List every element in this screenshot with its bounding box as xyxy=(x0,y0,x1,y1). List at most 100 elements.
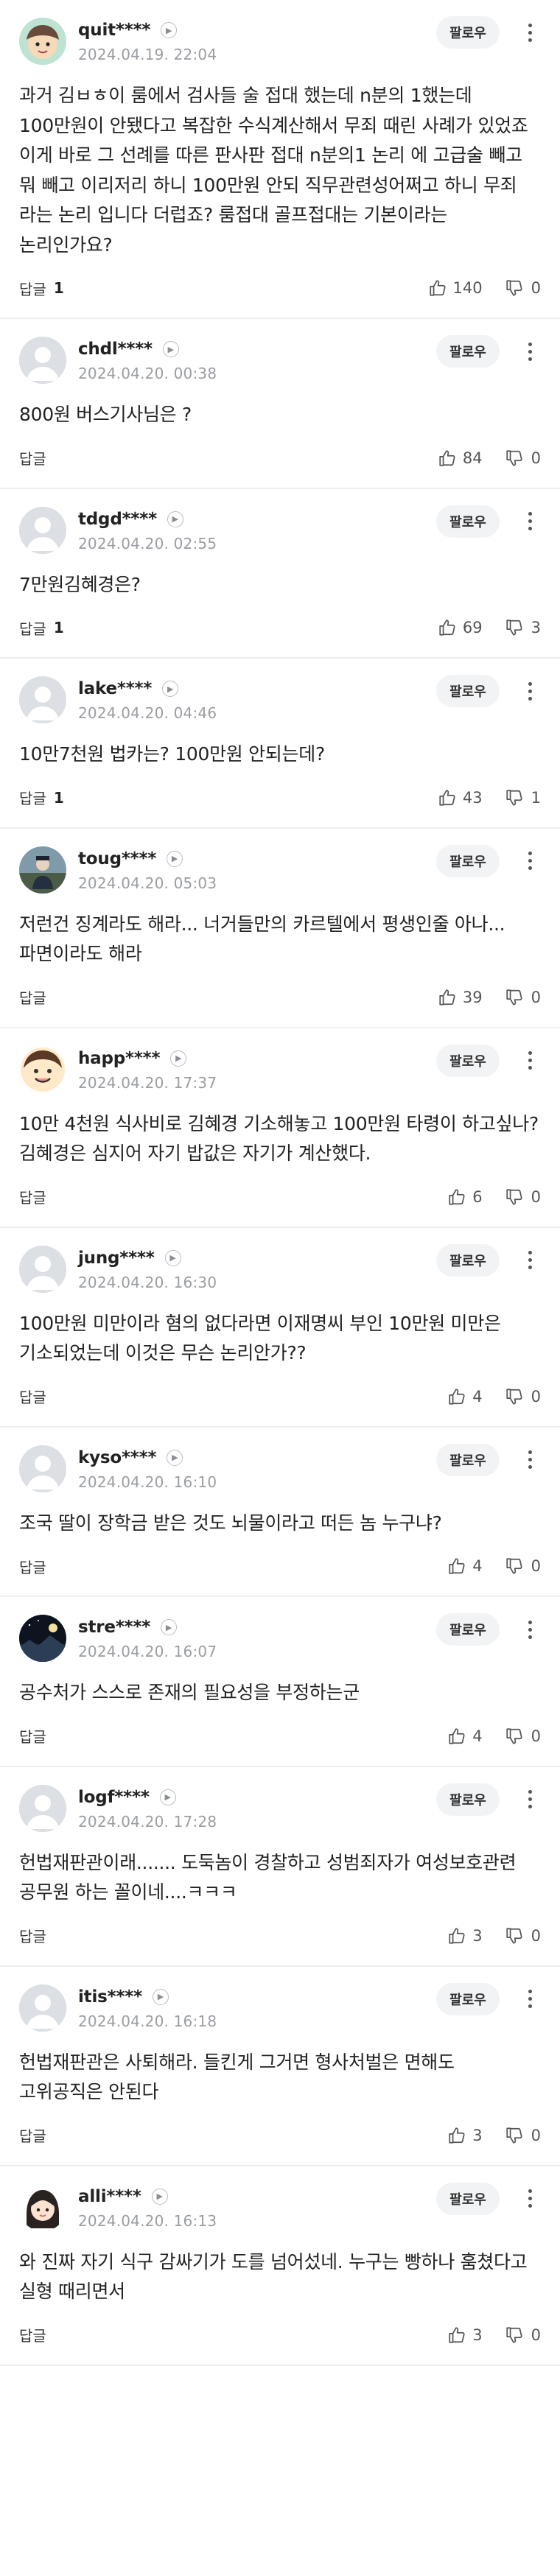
reply-button[interactable]: 답글 xyxy=(19,2124,54,2146)
default-avatar[interactable] xyxy=(19,1245,66,1293)
chevron-right-icon[interactable]: ▶ xyxy=(162,341,179,357)
follow-button[interactable]: 팔로우 xyxy=(436,335,500,368)
follow-button[interactable]: 팔로우 xyxy=(436,1443,500,1476)
default-avatar[interactable] xyxy=(19,1445,66,1492)
dislike-button[interactable]: 0 xyxy=(505,1926,541,1945)
like-button[interactable]: 140 xyxy=(428,278,483,298)
reply-button[interactable]: 답글 xyxy=(19,1186,54,1207)
reply-button[interactable]: 답글 xyxy=(19,2324,54,2345)
like-button[interactable]: 3 xyxy=(447,2126,483,2145)
follow-button[interactable]: 팔로우 xyxy=(436,1783,500,1816)
chevron-right-icon[interactable]: ▶ xyxy=(159,1789,176,1805)
dislike-button[interactable]: 0 xyxy=(505,1727,541,1746)
reply-button[interactable]: 답글 xyxy=(19,1386,54,1407)
default-avatar[interactable] xyxy=(19,676,66,723)
follow-button[interactable]: 팔로우 xyxy=(436,2182,500,2215)
more-options-icon[interactable] xyxy=(519,1782,541,1817)
chevron-right-icon[interactable]: ▶ xyxy=(152,1988,169,2005)
like-button[interactable]: 4 xyxy=(447,1387,483,1406)
username-row[interactable]: stre**** ▶ xyxy=(78,1616,217,1638)
username-row[interactable]: lake**** ▶ xyxy=(78,678,217,700)
more-options-icon[interactable] xyxy=(519,334,541,369)
username-row[interactable]: logf**** ▶ xyxy=(78,1786,217,1808)
dislike-button[interactable]: 0 xyxy=(505,2326,541,2345)
reply-button[interactable]: 답글 xyxy=(19,986,54,1008)
reply-button[interactable]: 답글 xyxy=(19,1725,54,1747)
chevron-right-icon[interactable]: ▶ xyxy=(151,2188,168,2205)
username[interactable]: lake**** xyxy=(78,679,152,698)
follow-button[interactable]: 팔로우 xyxy=(436,1982,500,2015)
more-options-icon[interactable] xyxy=(519,673,541,709)
dislike-button[interactable]: 0 xyxy=(505,278,541,298)
like-button[interactable]: 69 xyxy=(438,618,483,637)
night-photo-avatar[interactable] xyxy=(19,1615,66,1662)
more-options-icon[interactable] xyxy=(519,1243,541,1278)
username[interactable]: happ**** xyxy=(78,1049,161,1068)
username-row[interactable]: tdgd**** ▶ xyxy=(78,508,217,530)
default-avatar[interactable] xyxy=(19,1784,66,1832)
username[interactable]: quit**** xyxy=(78,21,150,40)
reply-button[interactable]: 답글 1 xyxy=(19,278,64,299)
more-options-icon[interactable] xyxy=(519,504,541,539)
username-row[interactable]: toug**** ▶ xyxy=(78,848,217,870)
chevron-right-icon[interactable]: ▶ xyxy=(161,1619,178,1635)
username-row[interactable]: alli**** ▶ xyxy=(78,2186,217,2208)
username-row[interactable]: kyso**** ▶ xyxy=(78,1447,217,1469)
username-row[interactable]: quit**** ▶ xyxy=(78,19,217,41)
username[interactable]: itis**** xyxy=(78,1987,142,2007)
photo-avatar[interactable] xyxy=(19,846,66,894)
username[interactable]: logf**** xyxy=(78,1788,150,1807)
username-row[interactable]: happ**** ▶ xyxy=(78,1047,217,1070)
follow-button[interactable]: 팔로우 xyxy=(436,505,500,538)
more-options-icon[interactable] xyxy=(519,1612,541,1647)
username[interactable]: jung**** xyxy=(78,1249,155,1268)
more-options-icon[interactable] xyxy=(519,843,541,879)
more-options-icon[interactable] xyxy=(519,1442,541,1478)
like-button[interactable]: 4 xyxy=(447,1557,483,1576)
like-button[interactable]: 4 xyxy=(447,1727,483,1746)
reply-button[interactable]: 답글 1 xyxy=(19,617,64,639)
default-avatar[interactable] xyxy=(19,337,66,384)
username[interactable]: chdl**** xyxy=(78,340,153,359)
smiley-avatar[interactable] xyxy=(19,1045,66,1093)
girl-avatar[interactable] xyxy=(19,2183,66,2231)
username-row[interactable]: itis**** ▶ xyxy=(78,1986,217,2008)
follow-button[interactable]: 팔로우 xyxy=(436,675,500,707)
follow-button[interactable]: 팔로우 xyxy=(436,16,500,49)
dislike-button[interactable]: 0 xyxy=(505,449,541,468)
chevron-right-icon[interactable]: ▶ xyxy=(164,1249,181,1266)
username[interactable]: stre**** xyxy=(78,1618,150,1637)
chevron-right-icon[interactable]: ▶ xyxy=(161,22,178,38)
dislike-button[interactable]: 0 xyxy=(505,2126,541,2145)
reply-button[interactable]: 답글 xyxy=(19,1556,54,1577)
follow-button[interactable]: 팔로우 xyxy=(436,1243,500,1277)
reply-button[interactable]: 답글 1 xyxy=(19,787,64,808)
dislike-button[interactable]: 3 xyxy=(505,618,541,637)
username-row[interactable]: jung**** ▶ xyxy=(78,1247,217,1269)
like-button[interactable]: 3 xyxy=(447,2326,483,2345)
chevron-right-icon[interactable]: ▶ xyxy=(162,681,179,697)
like-button[interactable]: 43 xyxy=(438,788,483,807)
reply-button[interactable]: 답글 xyxy=(19,447,54,468)
more-options-icon[interactable] xyxy=(519,1982,541,2017)
username[interactable]: kyso**** xyxy=(78,1448,156,1467)
reply-button[interactable]: 답글 xyxy=(19,1925,54,1946)
dislike-button[interactable]: 0 xyxy=(505,988,541,1007)
like-button[interactable]: 3 xyxy=(447,1926,483,1945)
chevron-right-icon[interactable]: ▶ xyxy=(167,510,183,527)
chevron-right-icon[interactable]: ▶ xyxy=(167,1449,183,1466)
follow-button[interactable]: 팔로우 xyxy=(436,844,500,877)
more-options-icon[interactable] xyxy=(519,1043,541,1078)
like-button[interactable]: 6 xyxy=(447,1187,483,1207)
chevron-right-icon[interactable]: ▶ xyxy=(167,850,183,867)
like-button[interactable]: 39 xyxy=(438,988,483,1007)
like-button[interactable]: 84 xyxy=(438,449,483,468)
dislike-button[interactable]: 0 xyxy=(505,1557,541,1576)
username-row[interactable]: chdl**** ▶ xyxy=(78,338,217,360)
dislike-button[interactable]: 1 xyxy=(505,788,541,807)
username[interactable]: tdgd**** xyxy=(78,510,157,529)
dislike-button[interactable]: 0 xyxy=(505,1187,541,1207)
follow-button[interactable]: 팔로우 xyxy=(436,1613,500,1646)
username[interactable]: toug**** xyxy=(78,849,156,868)
more-options-icon[interactable] xyxy=(519,15,541,50)
